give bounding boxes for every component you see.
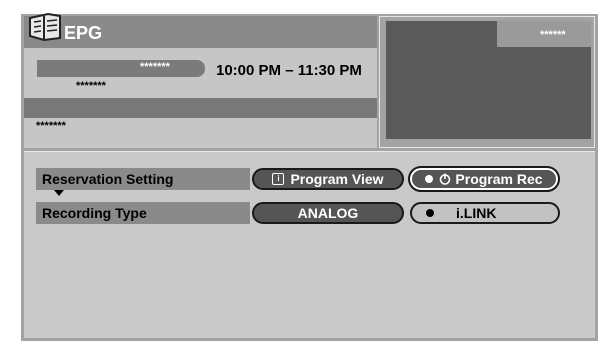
program-rec-button[interactable]: Program Rec xyxy=(408,166,560,192)
program-view-label: Program View xyxy=(290,171,384,187)
program-description: ******* xyxy=(36,120,66,132)
program-rec-label: Program Rec xyxy=(455,171,543,187)
preview-label: ****** xyxy=(540,29,566,41)
down-arrow-icon xyxy=(54,190,64,196)
timer-icon xyxy=(440,173,451,185)
analog-label: ANALOG xyxy=(297,205,359,221)
selected-dot-icon xyxy=(425,175,434,183)
channel-bar xyxy=(37,60,205,77)
info-divider-strip xyxy=(24,98,377,118)
analog-button[interactable]: ANALOG xyxy=(252,202,404,224)
program-view-button[interactable]: i Program View xyxy=(252,168,404,190)
epg-title: EPG xyxy=(64,23,103,43)
reservation-setting-label: Reservation Setting xyxy=(42,171,174,187)
epg-book-icon xyxy=(29,12,61,42)
ilink-label: i.LINK xyxy=(456,205,497,221)
recording-type-row: Recording Type xyxy=(36,202,250,224)
recording-type-label: Recording Type xyxy=(42,205,147,221)
info-icon: i xyxy=(272,173,285,185)
radio-dot-icon xyxy=(426,209,434,217)
channel-name: ******* xyxy=(140,61,170,73)
ilink-button[interactable]: i.LINK xyxy=(410,202,560,224)
program-time: 10:00 PM – 11:30 PM xyxy=(216,62,362,79)
program-name: ******* xyxy=(76,80,106,92)
reservation-setting-row: Reservation Setting xyxy=(36,168,250,190)
